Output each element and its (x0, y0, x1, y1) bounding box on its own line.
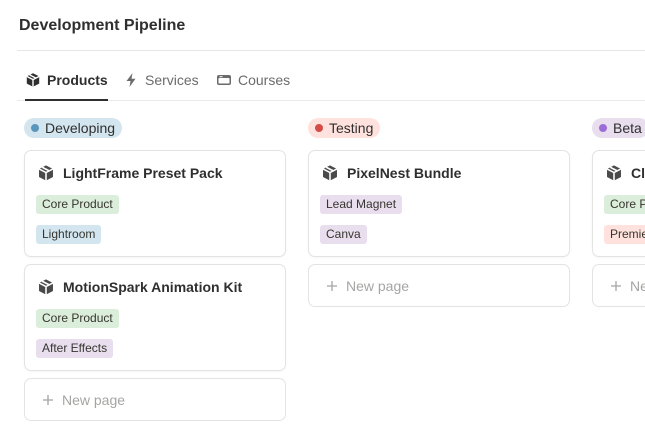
tab-label: Products (47, 72, 108, 88)
plus-icon (42, 394, 54, 406)
status-dot (599, 124, 607, 132)
tag-after-effects: After Effects (36, 339, 114, 358)
board-card[interactable]: LightFrame Preset Pack Core Product Ligh… (24, 150, 286, 257)
tab-courses[interactable]: Courses (216, 60, 290, 100)
status-label: Developing (45, 120, 116, 136)
title-divider (17, 50, 645, 51)
card-title-text: Cli (631, 165, 645, 181)
new-page-button[interactable]: New page (24, 378, 286, 421)
status-label: Beta (613, 120, 642, 136)
tag-premiere: Premie (604, 225, 645, 244)
plus-icon (326, 280, 338, 292)
tag-core-product: Core Product (36, 195, 119, 214)
card-title-text: PixelNest Bundle (347, 165, 462, 181)
package-icon (37, 278, 55, 296)
tab-services[interactable]: Services (123, 60, 199, 100)
tag-core-product: Core P (604, 195, 645, 214)
card-title: PixelNest Bundle (321, 164, 461, 182)
new-page-label: New page (62, 391, 126, 408)
status-pill[interactable]: Testing (308, 118, 381, 138)
package-icon (25, 72, 41, 88)
status-pill[interactable]: Developing (24, 118, 123, 138)
card-title: LightFrame Preset Pack (37, 164, 223, 182)
lightning-icon (123, 72, 139, 88)
new-page-button[interactable]: New page (308, 264, 570, 307)
package-icon (37, 164, 55, 182)
tag-core-product: Core Product (36, 309, 119, 328)
card-title-text: MotionSpark Animation Kit (63, 279, 243, 295)
card-title: MotionSpark Animation Kit (37, 278, 242, 296)
tab-products[interactable]: Products (25, 60, 108, 101)
view-tabs: Products Services Courses (17, 60, 645, 101)
tag-canva: Canva (320, 225, 367, 244)
card-title: Cli (605, 164, 645, 182)
page-title: Development Pipeline (19, 17, 186, 34)
column-header: Beta (592, 118, 645, 138)
card-title-text: LightFrame Preset Pack (63, 165, 223, 181)
status-dot (31, 124, 39, 132)
tag-lightroom: Lightroom (36, 225, 102, 244)
package-icon (321, 164, 339, 182)
column-header: Testing (308, 118, 381, 138)
package-icon (605, 164, 623, 182)
board-card[interactable]: MotionSpark Animation Kit Core Product A… (24, 264, 286, 371)
new-page-button[interactable]: Ne (592, 264, 645, 307)
tag-lead-magnet: Lead Magnet (320, 195, 403, 214)
status-pill[interactable]: Beta (592, 118, 645, 138)
new-page-label: New page (346, 277, 410, 294)
board-card[interactable]: PixelNest Bundle Lead Magnet Canva (308, 150, 570, 257)
tab-label: Services (145, 72, 199, 88)
plus-icon (610, 280, 622, 292)
tab-label: Courses (238, 72, 291, 88)
column-header: Developing (24, 118, 123, 138)
kanban-board: Developing LightFrame Preset Pack Core P… (0, 100, 645, 440)
new-page-label: Ne (630, 277, 645, 294)
board-card[interactable]: Cli Core P Premie (592, 150, 645, 257)
card-icon (216, 72, 232, 88)
status-label: Testing (329, 120, 374, 136)
status-dot (315, 124, 323, 132)
